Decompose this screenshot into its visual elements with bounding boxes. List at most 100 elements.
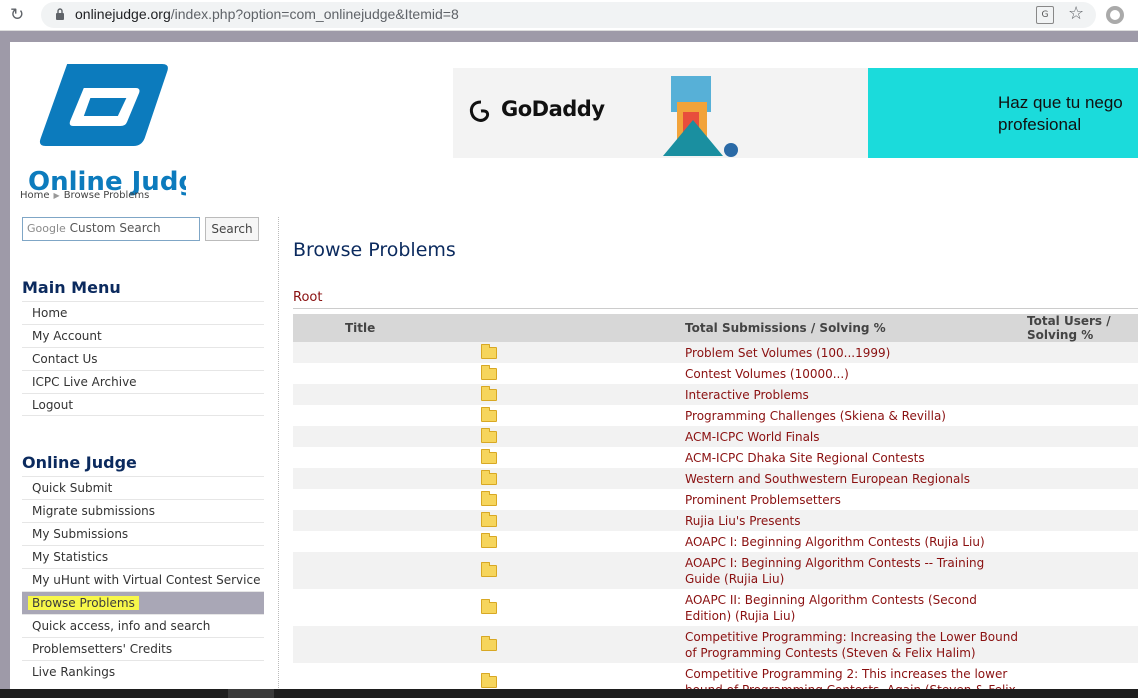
row-icon-cell [293,510,685,531]
menu-item-icpc-live-archive[interactable]: ICPC Live Archive [22,370,264,393]
category-link[interactable]: ACM-ICPC Dhaka Site Regional Contests [685,447,1027,468]
submissions-cell [1027,384,1138,405]
menu-item-problemsetters-credits[interactable]: Problemsetters' Credits [22,637,264,660]
address-bar[interactable]: onlinejudge.org/index.php?option=com_onl… [41,2,1096,28]
reload-icon[interactable]: ↻ [10,5,30,25]
category-title-line: of Programming Contests (Steven & Felix … [685,645,976,660]
search-input[interactable]: Google Custom Search [22,217,200,241]
ad-right-panel: Haz que tu nego profesional [868,68,1138,158]
table-row[interactable]: Problem Set Volumes (100...1999) [293,342,1138,363]
folder-icon[interactable] [481,365,497,380]
table-row[interactable]: Western and Southwestern European Region… [293,468,1138,489]
folder-icon[interactable] [481,673,497,688]
category-link[interactable]: Programming Challenges (Skiena & Revilla… [685,405,1027,426]
row-icon-cell [293,626,685,663]
category-link[interactable]: Interactive Problems [685,384,1027,405]
category-link[interactable]: Problem Set Volumes (100...1999) [685,342,1027,363]
ad-brand: GoDaddy [501,97,605,121]
ad-text: Haz que tu nego profesional [998,92,1123,136]
column-header-submissions[interactable]: Total Submissions / Solving % [685,314,1027,342]
menu-item-my-statistics[interactable]: My Statistics [22,545,264,568]
url-text: onlinejudge.org/index.php?option=com_onl… [75,6,459,22]
table-row[interactable]: ACM-ICPC Dhaka Site Regional Contests [293,447,1138,468]
taskbar-button[interactable] [228,689,274,698]
translate-icon[interactable]: G [1036,6,1054,24]
profile-icon[interactable] [1106,6,1124,24]
url-host: onlinejudge.org [75,6,171,22]
folder-icon[interactable] [481,407,497,422]
folder-icon[interactable] [481,386,497,401]
table-row[interactable]: AOAPC I: Beginning Algorithm Contests --… [293,552,1138,589]
submissions-cell [1027,489,1138,510]
folder-icon[interactable] [481,512,497,527]
folder-icon[interactable] [481,636,497,651]
search-placeholder: Custom Search [69,221,161,235]
column-divider [278,217,279,698]
category-link[interactable]: AOAPC I: Beginning Algorithm Contests (R… [685,531,1027,552]
folder-icon[interactable] [481,491,497,506]
folder-icon[interactable] [481,562,497,577]
submissions-cell [1027,405,1138,426]
menu-item-contact-us[interactable]: Contact Us [22,347,264,370]
table-row[interactable]: Rujia Liu's Presents [293,510,1138,531]
menu-item-migrate-submissions[interactable]: Migrate submissions [22,499,264,522]
breadcrumb-home[interactable]: Home [20,190,50,201]
ad-left-panel: GoDaddy [453,68,868,158]
menu-item-browse-problems[interactable]: Browse Problems [22,591,264,614]
advertisement-banner[interactable]: GoDaddy Haz que tu nego profesional [453,68,1138,158]
table-row[interactable]: Interactive Problems [293,384,1138,405]
root-divider [293,308,1138,309]
menu-item-logout[interactable]: Logout [22,393,264,416]
submissions-cell [1027,468,1138,489]
column-header-title[interactable]: Title [293,314,685,342]
category-title-line: AOAPC I: Beginning Algorithm Contests (R… [685,534,985,549]
menu-item-quick-submit[interactable]: Quick Submit [22,476,264,499]
table-row[interactable]: AOAPC II: Beginning Algorithm Contests (… [293,589,1138,626]
menu-item-home[interactable]: Home [22,301,264,324]
folder-icon[interactable] [481,533,497,548]
table-row[interactable]: ACM-ICPC World Finals [293,426,1138,447]
row-icon-cell [293,342,685,363]
category-link[interactable]: Competitive Programming: Increasing the … [685,626,1027,663]
category-title-line: ACM-ICPC Dhaka Site Regional Contests [685,450,925,465]
submissions-cell [1027,426,1138,447]
main-menu-title: Main Menu [22,278,121,297]
menu-item-my-account[interactable]: My Account [22,324,264,347]
root-link[interactable]: Root [293,290,322,305]
row-icon-cell [293,589,685,626]
table-row[interactable]: Contest Volumes (10000...) [293,363,1138,384]
folder-icon[interactable] [481,470,497,485]
category-link[interactable]: ACM-ICPC World Finals [685,426,1027,447]
search-button[interactable]: Search [205,217,259,241]
category-link[interactable]: AOAPC I: Beginning Algorithm Contests --… [685,552,1027,589]
folder-icon[interactable] [481,428,497,443]
table-row[interactable]: Prominent Problemsetters [293,489,1138,510]
menu-item-live-rankings[interactable]: Live Rankings [22,660,264,683]
submissions-cell [1027,552,1138,589]
category-link[interactable]: AOAPC II: Beginning Algorithm Contests (… [685,589,1027,626]
submissions-cell [1027,589,1138,626]
category-title-line: Prominent Problemsetters [685,492,841,507]
folder-icon[interactable] [481,344,497,359]
godaddy-logo-icon [469,100,490,122]
folder-icon[interactable] [481,449,497,464]
ad-line-1: Haz que tu nego [998,93,1123,112]
menu-item-quick-access[interactable]: Quick access, info and search [22,614,264,637]
folder-icon[interactable] [481,599,497,614]
row-icon-cell [293,384,685,405]
site-logo[interactable]: Online Judge [28,58,186,196]
table-row[interactable]: Programming Challenges (Skiena & Revilla… [293,405,1138,426]
category-link[interactable]: Western and Southwestern European Region… [685,468,1027,489]
menu-item-my-submissions[interactable]: My Submissions [22,522,264,545]
category-link[interactable]: Rujia Liu's Presents [685,510,1027,531]
problem-category-table: Title Total Submissions / Solving % Tota… [293,314,1138,698]
table-row[interactable]: AOAPC I: Beginning Algorithm Contests (R… [293,531,1138,552]
oj-menu-title: Online Judge [22,453,137,472]
table-row[interactable]: Competitive Programming: Increasing the … [293,626,1138,663]
column-header-users[interactable]: Total Users / Solving % [1027,314,1138,342]
category-link[interactable]: Prominent Problemsetters [685,489,1027,510]
bookmark-star-icon[interactable]: ☆ [1068,3,1084,24]
menu-item-my-uhunt[interactable]: My uHunt with Virtual Contest Service [22,568,264,591]
row-icon-cell [293,552,685,589]
category-link[interactable]: Contest Volumes (10000...) [685,363,1027,384]
